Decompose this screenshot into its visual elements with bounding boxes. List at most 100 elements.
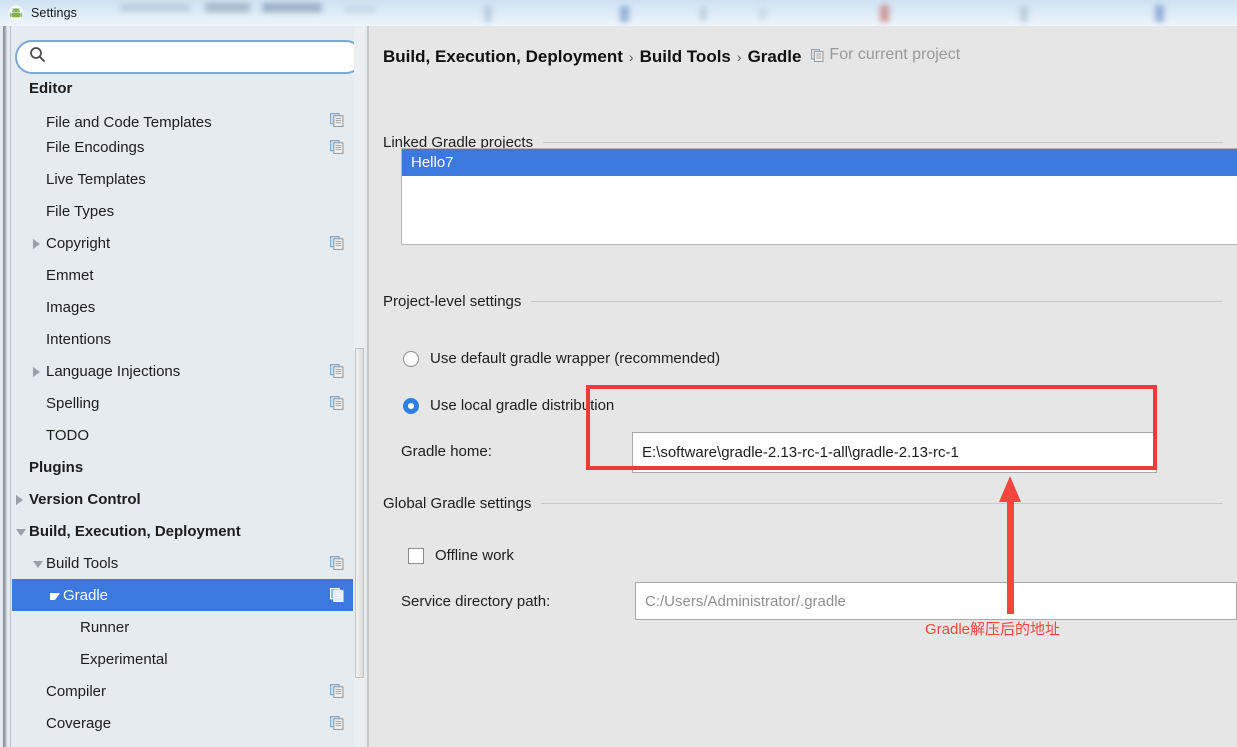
tree-expander[interactable] xyxy=(29,227,46,259)
project-scope-icon xyxy=(330,113,344,127)
settings-tree[interactable]: Editor File and Code Templates File Encodi… xyxy=(12,82,357,747)
search-input[interactable] xyxy=(54,48,338,66)
project-scope-icon xyxy=(811,48,824,62)
gradle-home-label: Gradle home: xyxy=(401,443,492,460)
sidebar-item-label: Build Tools xyxy=(46,554,119,572)
service-directory-path-label: Service directory path: xyxy=(401,593,551,610)
sidebar-scrollbar[interactable] xyxy=(354,26,365,747)
breadcrumb-part-2[interactable]: Gradle xyxy=(748,47,802,67)
tree-expander-placeholder xyxy=(29,707,46,739)
sidebar-item-experimental[interactable]: Experimental xyxy=(12,643,353,675)
tree-expander-placeholder xyxy=(63,643,80,675)
settings-search[interactable] xyxy=(15,40,363,74)
scope-note: For current project xyxy=(811,46,960,64)
sidebar-item-label: Gradle xyxy=(63,586,109,604)
scope-note-label: For current project xyxy=(829,46,961,63)
radio-use-local-gradle-distribution[interactable]: Use local gradle distribution xyxy=(403,397,614,414)
chevron-down-icon[interactable] xyxy=(50,593,60,600)
sidebar-item-build-execution-deployment[interactable]: Build, Execution, Deployment xyxy=(12,515,353,547)
checkbox-box[interactable] xyxy=(408,547,424,564)
sidebar-item-emmet[interactable]: Emmet xyxy=(12,259,353,291)
sidebar-item-label: Runner xyxy=(80,618,130,636)
settings-sidebar: Editor File and Code Templates File Encodi… xyxy=(0,26,369,747)
sidebar-item-compiler[interactable]: Compiler xyxy=(12,675,353,707)
sidebar-item-label: Emmet xyxy=(46,266,94,284)
sidebar-item-build-tools[interactable]: Build Tools xyxy=(12,547,353,579)
list-item[interactable]: Hello7 xyxy=(402,149,1237,176)
chevron-right-icon[interactable] xyxy=(16,495,23,505)
section-rule xyxy=(541,503,1223,504)
sidebar-item-file-types[interactable]: File Types xyxy=(12,195,353,227)
tree-expander[interactable] xyxy=(29,547,46,579)
sidebar-item-label: File and Code Templates xyxy=(46,114,212,131)
section-global-gradle-settings: Global Gradle settings xyxy=(383,495,1223,512)
sidebar-scrollbar-thumb[interactable] xyxy=(355,348,364,678)
sidebar-item-images[interactable]: Images xyxy=(12,291,353,323)
project-scope-icon xyxy=(330,716,344,730)
radio-button[interactable] xyxy=(403,350,419,367)
breadcrumb: Build, Execution, Deployment › Build Too… xyxy=(383,46,960,67)
breadcrumb-part-0[interactable]: Build, Execution, Deployment xyxy=(383,47,623,67)
sidebar-item-label: Spelling xyxy=(46,394,100,412)
section-rule xyxy=(543,142,1223,143)
sidebar-item-plugins[interactable]: Plugins xyxy=(12,451,353,483)
tree-expander[interactable] xyxy=(12,483,29,515)
sidebar-item-label: Version Control xyxy=(29,490,141,508)
sidebar-item-version-control[interactable]: Version Control xyxy=(12,483,353,515)
radio-label: Use local gradle distribution xyxy=(430,397,615,414)
sidebar-item-label: Plugins xyxy=(29,458,84,476)
android-robot-icon xyxy=(8,5,24,21)
sidebar-item-language-injections[interactable]: Language Injections xyxy=(12,355,353,387)
sidebar-item-coverage[interactable]: Coverage xyxy=(12,707,353,739)
settings-main-panel: Build, Execution, Deployment › Build Too… xyxy=(369,26,1237,747)
sidebar-item-label: Compiler xyxy=(46,682,107,700)
tree-expander-placeholder xyxy=(29,131,46,163)
sidebar-item-editor[interactable]: Editor xyxy=(12,82,353,104)
sidebar-item-spelling[interactable]: Spelling xyxy=(12,387,353,419)
sidebar-item-todo[interactable]: TODO xyxy=(12,419,353,451)
sidebar-item-label: Images xyxy=(46,298,96,316)
radio-button[interactable] xyxy=(403,397,419,414)
sidebar-item-label: Build, Execution, Deployment xyxy=(29,522,241,540)
sidebar-item-gradle[interactable]: Gradle xyxy=(12,579,353,611)
checkbox-offline-work[interactable]: Offline work xyxy=(408,547,514,564)
chevron-down-icon[interactable] xyxy=(16,529,26,536)
service-directory-path-input[interactable]: C:/Users/Administrator/.gradle xyxy=(635,582,1237,620)
chevron-right-icon[interactable] xyxy=(33,239,40,249)
tree-expander[interactable] xyxy=(12,515,29,547)
sidebar-item-runner[interactable]: Runner xyxy=(12,611,353,643)
settings-window-root: Settings Editor File and Code Templates … xyxy=(0,0,1237,747)
sidebar-item-intentions[interactable]: Intentions xyxy=(12,323,353,355)
tree-expander[interactable] xyxy=(29,355,46,387)
tree-expander-placeholder xyxy=(29,419,46,451)
sidebar-item-copyright[interactable]: Copyright xyxy=(12,227,353,259)
chevron-down-icon[interactable] xyxy=(33,561,43,568)
annotation-note-text: Gradle解压后的地址 xyxy=(925,621,1061,638)
sidebar-item-label: File Encodings xyxy=(46,138,145,156)
gradle-home-input[interactable]: E:\software\gradle-2.13-rc-1-all\gradle-… xyxy=(632,432,1157,473)
project-scope-icon xyxy=(330,556,344,570)
section-project-level-settings: Project-level settings xyxy=(383,293,1223,310)
tree-expander-placeholder xyxy=(29,387,46,419)
tree-expander[interactable] xyxy=(46,579,63,611)
sidebar-item-label: Coverage xyxy=(46,714,112,732)
breadcrumb-part-1[interactable]: Build Tools xyxy=(640,47,731,67)
project-scope-icon xyxy=(330,588,344,602)
sidebar-item-label: Experimental xyxy=(80,650,168,668)
linked-project-label: Hello7 xyxy=(411,154,454,171)
sidebar-item-file-encodings[interactable]: File Encodings xyxy=(12,131,353,163)
sidebar-item-label: File Types xyxy=(46,202,115,220)
radio-use-default-gradle-wrapper[interactable]: Use default gradle wrapper (recommended) xyxy=(403,350,720,367)
search-box[interactable] xyxy=(15,40,363,74)
breadcrumb-separator: › xyxy=(628,48,634,65)
tree-expander-placeholder xyxy=(29,195,46,227)
sidebar-item-file-and-code-templates[interactable]: File and Code Templates xyxy=(12,104,353,131)
tree-expander-placeholder xyxy=(12,82,29,104)
tree-expander-placeholder xyxy=(29,259,46,291)
project-scope-icon xyxy=(330,236,344,250)
linked-gradle-projects-list[interactable]: Hello7 xyxy=(401,148,1237,245)
chevron-right-icon[interactable] xyxy=(33,367,40,377)
sidebar-item-live-templates[interactable]: Live Templates xyxy=(12,163,353,195)
project-scope-icon xyxy=(330,396,344,410)
project-scope-icon xyxy=(330,684,344,698)
